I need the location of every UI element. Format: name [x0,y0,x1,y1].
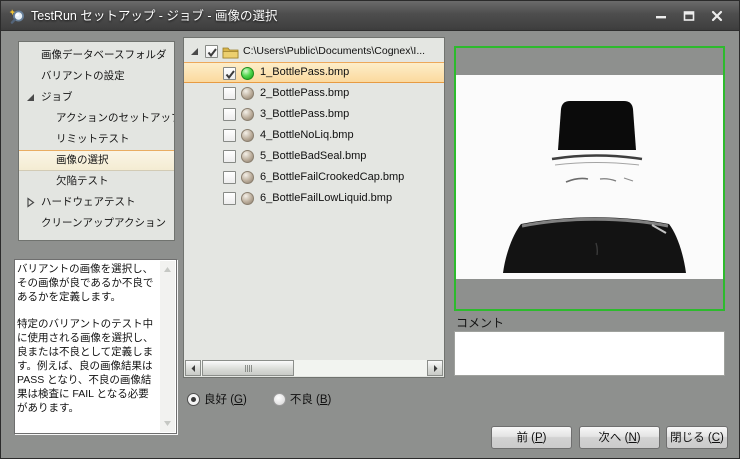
testrun-setup-dialog: TestRun セットアップ - ジョブ - 画像の選択 画像データベースフォル… [0,0,740,459]
tree-item-defect-test[interactable]: 欠陥テスト [19,171,174,192]
file-checkbox[interactable] [223,108,236,121]
prev-button[interactable]: 前 (P) [491,426,572,449]
bad-radio[interactable] [273,393,286,406]
collapsed-arrow-icon[interactable] [25,197,36,208]
folder-root-row[interactable]: C:\Users\Public\Documents\Cognex\I... [184,41,444,62]
window-title: TestRun セットアップ - ジョブ - 画像の選択 [31,1,278,31]
file-row[interactable]: 4_BottleNoLiq.bmp [184,125,444,146]
tree-item-image-database-folder[interactable]: 画像データベースフォルダ [19,45,174,66]
scroll-down-icon[interactable] [162,418,173,429]
status-ball-neutral [241,171,254,184]
title-bar[interactable]: TestRun セットアップ - ジョブ - 画像の選択 [1,1,739,31]
expanded-arrow-icon[interactable] [25,92,36,103]
scroll-right-button[interactable] [427,360,443,376]
window-controls [647,1,731,31]
status-ball-neutral [241,108,254,121]
close-dialog-button[interactable]: 閉じる (C) [666,426,728,449]
close-icon [711,10,723,22]
bad-radio-label: 不良 (B) [290,391,332,407]
status-ball-neutral [241,150,254,163]
tree-item-limit-test[interactable]: リミットテスト [19,129,174,150]
comment-label: コメント [456,314,504,331]
status-ball-neutral [241,87,254,100]
file-checkbox[interactable] [223,192,236,205]
scroll-right-icon [431,364,440,373]
folder-icon [222,45,239,59]
minimize-icon [655,10,667,22]
good-radio-label: 良好 (G) [204,391,247,407]
file-checkbox[interactable] [223,150,236,163]
file-checkbox[interactable] [223,67,236,80]
folder-checkbox[interactable] [205,45,218,58]
bottle-preview-image [456,75,723,279]
status-ball-neutral [241,129,254,142]
file-row[interactable]: 6_BottleFailCrookedCap.bmp [184,167,444,188]
maximize-button[interactable] [675,1,703,31]
tree-item-cleanup-action[interactable]: クリーンアップアクション [19,213,174,234]
scroll-left-icon [189,364,198,373]
good-radio[interactable] [187,393,200,406]
description-paragraph: 特定のバリアントのテスト中に使用される画像を選択し、良または不良として定義します… [17,317,159,415]
tree-item-variant-settings[interactable]: バリアントの設定 [19,66,174,87]
file-checkbox[interactable] [223,171,236,184]
expanded-arrow-icon[interactable] [189,46,200,57]
setup-step-tree: 画像データベースフォルダ バリアントの設定 ジョブ アクションのセットアップ リ… [18,41,175,241]
file-row[interactable]: 5_BottleBadSeal.bmp [184,146,444,167]
comment-input[interactable] [454,331,725,376]
file-row[interactable]: 1_BottlePass.bmp [184,62,444,83]
horizontal-scrollbar[interactable] [185,360,443,376]
description-scrollbar[interactable] [160,261,175,432]
description-paragraph: バリアントの画像を選択し、その画像が良であるか不良であるかを定義します。 [17,262,159,304]
file-checkbox[interactable] [223,87,236,100]
check-icon [224,68,237,81]
maximize-icon [683,10,695,22]
file-row[interactable]: 2_BottlePass.bmp [184,83,444,104]
file-row[interactable]: 6_BottleFailLowLiquid.bmp [184,188,444,209]
image-preview-panel [454,46,725,311]
image-file-tree: C:\Users\Public\Documents\Cognex\I... 1_… [183,37,445,378]
grade-radio-group: 良好 (G) 不良 (B) [187,391,331,407]
status-ball-green [241,67,254,80]
minimize-button[interactable] [647,1,675,31]
scroll-up-icon[interactable] [162,264,173,275]
tree-item-job[interactable]: ジョブ [19,87,174,108]
next-button[interactable]: 次へ (N) [579,426,660,449]
close-button[interactable] [703,1,731,31]
app-icon [9,8,25,24]
file-row[interactable]: 3_BottlePass.bmp [184,104,444,125]
scrollbar-thumb[interactable] [202,360,294,376]
step-description-text: バリアントの画像を選択し、その画像が良であるか不良であるかを定義します。 特定の… [17,262,159,431]
step-description-panel: バリアントの画像を選択し、その画像が良であるか不良であるかを定義します。 特定の… [14,259,177,434]
scrollbar-track[interactable] [294,360,427,376]
scroll-left-button[interactable] [185,360,201,376]
tree-item-hardware-test[interactable]: ハードウェアテスト [19,192,174,213]
status-ball-neutral [241,192,254,205]
tree-item-image-selection[interactable]: 画像の選択 [19,150,174,171]
file-checkbox[interactable] [223,129,236,142]
check-icon [206,46,219,59]
tree-item-action-setup[interactable]: アクションのセットアップ [19,108,174,129]
